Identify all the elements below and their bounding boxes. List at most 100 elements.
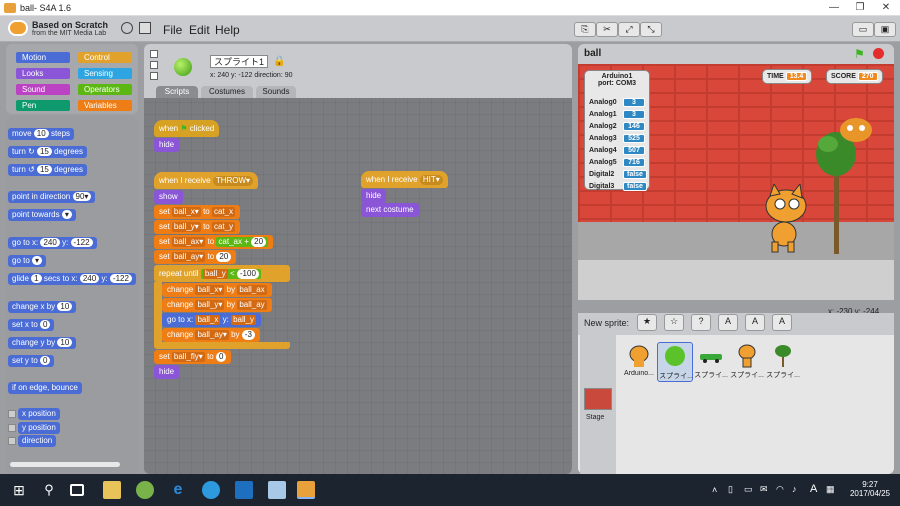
lock-icon[interactable]: 🔒 [273,56,285,67]
block-goto-ball-xy[interactable]: go to x: ball_x y: ball_y [162,313,261,327]
hat-when-receive-hit[interactable]: when I receive HIT▾ [361,171,448,188]
tab-sounds[interactable]: Sounds [256,86,296,98]
category-pen[interactable]: Pen [16,100,70,111]
block-change-ball-x[interactable]: change ball_x▾ by ball_ax [162,283,272,297]
choose-sprite-icon[interactable]: ☆ [664,314,684,331]
shrink-tool-icon[interactable]: ⤡ [640,22,662,37]
block-repeat-until[interactable]: repeat until ball_y < -100 [154,265,290,282]
block-goto[interactable]: go to ▾ [8,255,47,267]
sprite-thumb-ball-selected[interactable]: スプライ... [657,342,693,382]
checkbox-direction[interactable] [8,437,16,445]
tray-wifi-icon[interactable]: ◠ [776,484,784,495]
block-turn-left[interactable]: turn ↺ 15 degrees [8,164,88,176]
task-view-icon[interactable] [70,484,84,496]
flip-style-icon[interactable] [150,61,158,69]
block-change-x[interactable]: change x by 10 [8,301,77,313]
block-hide-2[interactable]: hide [154,365,180,379]
sprite-name-field[interactable]: スプライト1 [210,55,268,68]
category-looks[interactable]: Looks [16,68,70,79]
arduino-board-icon[interactable]: A [718,314,738,331]
block-change-y[interactable]: change y by 10 [8,337,77,349]
category-variables[interactable]: Variables [78,100,132,111]
paint-sprite-icon[interactable]: ★ [637,314,657,331]
block-turn-right[interactable]: turn ↻ 15 degrees [8,146,88,158]
block-set-ball-fly[interactable]: set ball_fly▾ to 0 [154,350,232,364]
arduino-sensor-board[interactable]: Arduino1 port: COM3 Analog0 3 Analog1 3 An… [584,70,650,191]
block-hide-1[interactable]: hide [154,138,180,152]
close-button[interactable]: ✕ [874,0,898,16]
reporter-x-position[interactable]: x position [18,408,60,420]
sprite-thumb-tree[interactable]: スプライ... [765,342,801,380]
tab-costumes[interactable]: Costumes [201,86,253,98]
grow-tool-icon[interactable]: ⤢ [618,22,640,37]
rotation-style-icon[interactable] [150,50,158,58]
checkbox-x-position[interactable] [8,410,16,418]
search-icon[interactable]: ⚲ [40,481,58,499]
palette-scrollbar[interactable] [10,462,120,467]
category-sound[interactable]: Sound [16,84,70,95]
no-rotate-icon[interactable] [150,72,158,80]
block-hide-3[interactable]: hide [361,189,387,203]
system-clock[interactable]: 9:27 2017/04/25 [844,480,896,498]
delete-tool-icon[interactable]: ✂ [596,22,618,37]
app-icon-green[interactable] [136,481,154,499]
random-sprite-icon[interactable]: ? [691,314,711,331]
block-set-y[interactable]: set y to 0 [8,355,55,367]
block-show[interactable]: show [154,190,183,204]
tray-volume-icon[interactable]: ♪ [792,484,797,494]
stage-thumbnail[interactable] [584,388,612,410]
internet-explorer-icon[interactable]: e [169,481,187,499]
sprite-thumb-cat[interactable]: スプライ... [729,342,765,380]
language-globe-icon[interactable] [121,22,133,34]
category-motion[interactable]: Motion [16,52,70,63]
block-next-costume[interactable]: next costume [361,203,419,217]
tray-network-icon[interactable]: ▯ [728,484,733,495]
file-explorer-icon[interactable] [103,481,121,499]
minimize-button[interactable]: — [822,0,846,16]
block-bounce[interactable]: if on edge, bounce [8,382,82,394]
outlook-icon[interactable] [235,481,253,499]
save-icon[interactable] [139,22,151,34]
presentation-mode-icon[interactable]: ▣ [874,22,896,37]
block-move[interactable]: move 10 steps [8,128,75,140]
sprite-thumb-arduino[interactable]: Arduino... [621,342,657,380]
block-set-ball-ax[interactable]: set ball_ax▾ to cat_ax + 20 [154,235,274,249]
block-set-x[interactable]: set x to 0 [8,319,55,331]
block-set-ball-ay[interactable]: set ball_ay▾ to 20 [154,250,237,264]
s4a-taskbar-icon[interactable] [297,481,315,499]
block-goto-xy[interactable]: go to x: 240 y: -122 [8,237,97,249]
category-sensing[interactable]: Sensing [78,68,132,79]
sprite-thumb-car[interactable]: スプライ... [693,342,729,380]
reporter-y-position[interactable]: y position [18,422,60,434]
block-point-towards[interactable]: point towards ▾ [8,209,76,221]
hat-when-receive-throw[interactable]: when I receive THROW▾ [154,172,259,189]
category-operators[interactable]: Operators [78,84,132,95]
stop-sign-icon[interactable] [873,48,884,59]
menu-help[interactable]: Help [215,23,240,37]
stage-mode-icon[interactable]: ▭ [852,22,874,37]
maximize-button[interactable]: ❐ [848,0,872,16]
green-flag-icon[interactable]: ⚑ [854,47,865,61]
block-set-ball-x[interactable]: set ball_x▾ to cat_x [154,205,241,219]
ime-mode-icon[interactable]: ▦ [826,484,835,495]
skype-icon[interactable] [202,481,220,499]
tray-battery-icon[interactable]: ▭ [744,484,753,495]
block-point-direction[interactable]: point in direction 90▾ [8,191,96,203]
app-icon-box[interactable] [268,481,286,499]
reporter-direction[interactable]: direction [18,435,57,447]
menu-file[interactable]: File [163,23,182,37]
hat-when-flag-clicked[interactable]: when ⚑ clicked [154,120,220,137]
duplicate-tool-icon[interactable]: ⎘ [574,22,596,37]
start-icon[interactable]: ⊞ [10,481,28,499]
tray-message-icon[interactable]: ✉ [760,484,768,495]
tray-up-arrow-icon[interactable]: ˄ [712,485,717,495]
menu-edit[interactable]: Edit [189,23,210,37]
arduino-board-2-icon[interactable]: A [745,314,765,331]
block-change-ball-ay[interactable]: change ball_ay▾ by -3 [162,328,260,342]
category-control[interactable]: Control [78,52,132,63]
block-change-ball-y[interactable]: change ball_y▾ by ball_ay [162,298,272,312]
tab-scripts[interactable]: Scripts [156,86,198,98]
block-set-ball-y[interactable]: set ball_y▾ to cat_y [154,220,241,234]
checkbox-y-position[interactable] [8,424,16,432]
input-language-indicator[interactable]: A [810,483,817,495]
